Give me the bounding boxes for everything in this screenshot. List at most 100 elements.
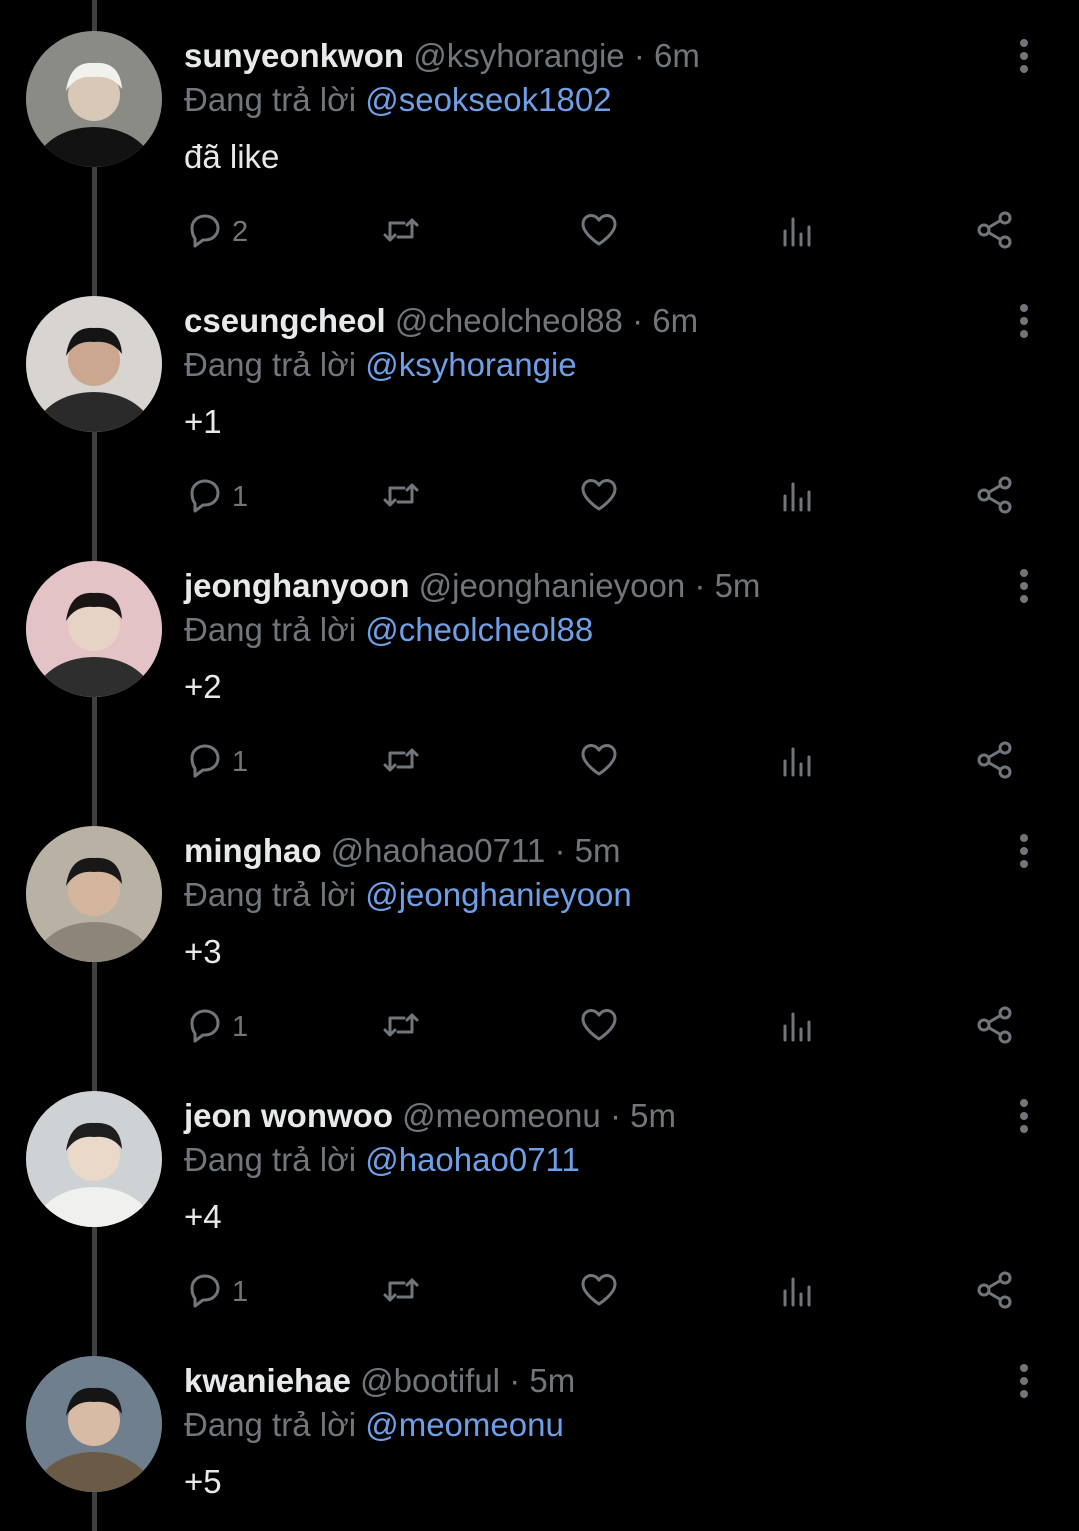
reply-icon (184, 1004, 226, 1051)
reply-tweet[interactable]: cseungcheol @cheolcheol88 · 6m Đang trả l… (0, 265, 1079, 530)
tweet-header: jeonghanyoon @jeonghanieyoon · 5m (184, 566, 760, 606)
display-name[interactable]: jeonghanyoon (184, 567, 410, 604)
share-button[interactable] (974, 1270, 1016, 1314)
retweet-icon (380, 1004, 422, 1051)
share-button[interactable] (974, 210, 1016, 254)
reply-icon (184, 1269, 226, 1316)
bar-chart-icon (776, 209, 818, 256)
more-options-icon[interactable] (1008, 1098, 1040, 1134)
reply-button[interactable]: 2 (184, 210, 248, 254)
avatar[interactable] (26, 296, 162, 432)
reply-tweet[interactable]: jeonghanyoon @jeonghanieyoon · 5m Đang tr… (0, 530, 1079, 795)
timestamp: 5m (714, 567, 761, 604)
replying-to-line: Đang trả lời @seokseok1802 (184, 80, 612, 120)
display-name[interactable]: cseungcheol (184, 302, 386, 339)
avatar[interactable] (26, 1091, 162, 1227)
separator-dot: · (633, 37, 645, 74)
avatar[interactable] (26, 826, 162, 962)
display-name[interactable]: jeon wonwoo (184, 1097, 393, 1134)
retweet-icon (380, 209, 422, 256)
reply-mention-link[interactable]: @seokseok1802 (365, 81, 611, 118)
reply-tweet[interactable]: sunyeonkwon @ksyhorangie · 6m Đang trả lờ… (0, 0, 1079, 265)
avatar[interactable] (26, 1356, 162, 1492)
more-options-icon[interactable] (1008, 1363, 1040, 1399)
replying-to-line: Đang trả lời @ksyhorangie (184, 345, 577, 385)
reply-tweet[interactable]: minghao @haohao0711 · 5m Đang trả lời @je… (0, 795, 1079, 1060)
reply-count: 1 (232, 745, 249, 778)
replying-to-line: Đang trả lời @haohao0711 (184, 1140, 580, 1180)
replying-to-label: Đang trả lời (184, 346, 357, 383)
more-options-icon[interactable] (1008, 568, 1040, 604)
bar-chart-icon (776, 1004, 818, 1051)
separator-dot: · (509, 1362, 521, 1399)
reply-icon (184, 209, 226, 256)
user-handle[interactable]: @bootiful (360, 1362, 500, 1399)
tweet-header: cseungcheol @cheolcheol88 · 6m (184, 301, 698, 341)
share-button[interactable] (974, 1005, 1016, 1049)
tweet-actions-bar: 2 (184, 210, 1034, 254)
display-name[interactable]: minghao (184, 832, 322, 869)
user-handle[interactable]: @cheolcheol88 (395, 302, 623, 339)
tweet-text: +5 (184, 1463, 222, 1500)
avatar[interactable] (26, 561, 162, 697)
share-button[interactable] (974, 740, 1016, 784)
tweet-actions-bar: 1 (184, 475, 1034, 519)
tweet-text: +1 (184, 403, 222, 440)
retweet-button[interactable] (380, 1270, 422, 1314)
heart-icon (578, 474, 620, 521)
views-button[interactable] (776, 740, 818, 784)
avatar[interactable] (26, 31, 162, 167)
heart-icon (578, 209, 620, 256)
replying-to-line: Đang trả lời @jeonghanieyoon (184, 875, 632, 915)
share-icon (974, 1269, 1016, 1316)
retweet-button[interactable] (380, 1005, 422, 1049)
like-button[interactable] (578, 210, 620, 254)
like-button[interactable] (578, 740, 620, 784)
separator-dot: · (554, 832, 566, 869)
reply-button[interactable]: 1 (184, 1270, 248, 1314)
retweet-button[interactable] (380, 740, 422, 784)
reply-tweet[interactable]: jeon wonwoo @meomeonu · 5m Đang trả lời @… (0, 1060, 1079, 1325)
display-name[interactable]: sunyeonkwon (184, 37, 404, 74)
more-options-icon[interactable] (1008, 38, 1040, 74)
reply-mention-link[interactable]: @jeonghanieyoon (365, 876, 632, 913)
heart-icon (578, 1269, 620, 1316)
tweet-text: +2 (184, 668, 222, 705)
reply-mention-link[interactable]: @ksyhorangie (365, 346, 576, 383)
tweet-header: minghao @haohao0711 · 5m (184, 831, 620, 871)
reply-mention-link[interactable]: @cheolcheol88 (365, 611, 593, 648)
timestamp: 5m (529, 1362, 576, 1399)
views-button[interactable] (776, 475, 818, 519)
display-name[interactable]: kwaniehae (184, 1362, 351, 1399)
like-button[interactable] (578, 1005, 620, 1049)
retweet-button[interactable] (380, 475, 422, 519)
reply-button[interactable]: 1 (184, 1005, 248, 1049)
retweet-button[interactable] (380, 210, 422, 254)
bar-chart-icon (776, 474, 818, 521)
user-handle[interactable]: @haohao0711 (331, 832, 546, 869)
reply-button[interactable]: 1 (184, 740, 248, 784)
views-button[interactable] (776, 1005, 818, 1049)
tweet-text: +3 (184, 933, 222, 970)
reply-tweet[interactable]: kwaniehae @bootiful · 5m Đang trả lời @me… (0, 1325, 1079, 1531)
tweet-text: +4 (184, 1198, 222, 1235)
replying-to-line: Đang trả lời @cheolcheol88 (184, 610, 593, 650)
more-options-icon[interactable] (1008, 303, 1040, 339)
separator-dot: · (609, 1097, 621, 1134)
separator-dot: · (694, 567, 706, 604)
more-options-icon[interactable] (1008, 833, 1040, 869)
share-button[interactable] (974, 475, 1016, 519)
reply-mention-link[interactable]: @meomeonu (365, 1406, 564, 1443)
views-button[interactable] (776, 210, 818, 254)
user-handle[interactable]: @ksyhorangie (413, 37, 624, 74)
user-handle[interactable]: @jeonghanieyoon (419, 567, 686, 604)
like-button[interactable] (578, 1270, 620, 1314)
user-handle[interactable]: @meomeonu (402, 1097, 601, 1134)
replying-to-line: Đang trả lời @meomeonu (184, 1405, 564, 1445)
like-button[interactable] (578, 475, 620, 519)
reply-mention-link[interactable]: @haohao0711 (365, 1141, 580, 1178)
reply-button[interactable]: 1 (184, 475, 248, 519)
bar-chart-icon (776, 739, 818, 786)
replying-to-label: Đang trả lời (184, 1141, 357, 1178)
views-button[interactable] (776, 1270, 818, 1314)
